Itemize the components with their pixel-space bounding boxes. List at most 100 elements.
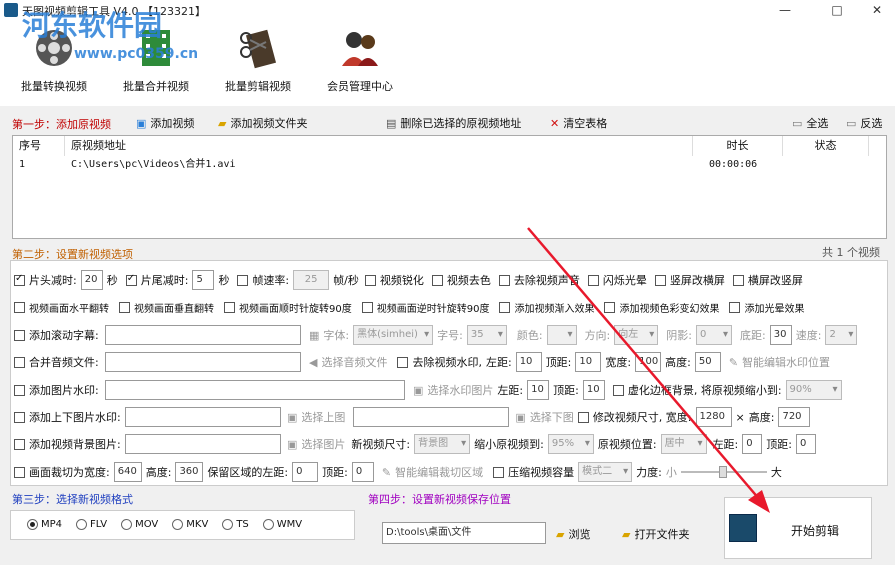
head-trim-checkbox[interactable] <box>14 273 25 286</box>
bg-left-input[interactable]: 0 <box>742 434 763 454</box>
vflip-checkbox[interactable] <box>119 301 130 313</box>
scroll-text-input[interactable] <box>105 325 301 345</box>
choose-top-img-button[interactable]: 选择上图 <box>301 409 345 425</box>
shadow-select[interactable]: 0 <box>696 325 732 345</box>
bg-top-input[interactable]: 0 <box>796 434 816 454</box>
height-label: 高度: <box>665 356 691 369</box>
tail-trim-input[interactable]: 5 <box>192 270 215 290</box>
crop-left-input[interactable]: 0 <box>292 462 319 482</box>
add-video-button[interactable]: ▣ 添加视频 <box>136 115 194 131</box>
bg-img-checkbox[interactable] <box>14 438 25 450</box>
tail-trim-label: 片尾减时: <box>140 274 189 287</box>
toolbar-member-center[interactable]: 会员管理中心 <box>314 22 406 102</box>
wm-top-input[interactable]: 10 <box>575 352 602 372</box>
resize-width-input[interactable]: 1280 <box>695 407 732 427</box>
smart-crop-button[interactable]: 智能编辑裁切区域 <box>395 464 483 480</box>
audio-path-input[interactable] <box>105 352 301 372</box>
sharpen-checkbox[interactable] <box>364 274 376 286</box>
times-label: × <box>735 410 745 424</box>
remove-audio-checkbox[interactable] <box>498 274 510 286</box>
choose-bottom-img-button[interactable]: 选择下图 <box>530 409 574 425</box>
tail-trim-checkbox[interactable] <box>125 273 137 286</box>
strength-slider[interactable] <box>680 465 767 479</box>
flash-checkbox[interactable] <box>587 274 599 286</box>
top-label: 顶距: <box>322 466 348 479</box>
img-left-input[interactable]: 10 <box>527 380 550 400</box>
resize-height-input[interactable]: 720 <box>778 407 811 427</box>
close-button[interactable]: ✕ <box>862 1 892 19</box>
compress-checkbox[interactable] <box>493 466 505 478</box>
color-change-checkbox[interactable] <box>604 301 616 313</box>
shrink-select[interactable]: 95% <box>547 434 594 454</box>
compress-mode-select[interactable]: 模式二 <box>578 462 633 482</box>
framerate-input[interactable]: 25 <box>293 270 330 290</box>
crop-height-input[interactable]: 360 <box>175 462 204 482</box>
invert-label: 反选 <box>860 117 883 130</box>
color-select[interactable] <box>546 325 577 345</box>
minimize-button[interactable]: — <box>770 1 800 19</box>
wm-left-input[interactable]: 10 <box>515 352 542 372</box>
h2v-checkbox[interactable] <box>732 274 744 286</box>
crop-checkbox[interactable] <box>14 466 25 478</box>
resize-checkbox[interactable] <box>577 411 589 423</box>
slider-thumb[interactable] <box>718 466 727 478</box>
invert-selection-button[interactable]: ▭ 反选 <box>846 115 882 131</box>
img-watermark-checkbox[interactable] <box>14 384 25 396</box>
scroll-text-checkbox[interactable] <box>14 329 25 341</box>
hflip-checkbox[interactable] <box>14 301 25 313</box>
choose-watermark-img-button[interactable]: 选择水印图片 <box>427 382 493 398</box>
format-wmv[interactable]: WMV <box>262 519 302 530</box>
remove-watermark-checkbox[interactable] <box>397 356 409 368</box>
start-edit-button[interactable]: 开始剪辑 <box>724 497 872 559</box>
top-bottom-input[interactable] <box>125 407 281 427</box>
position-select[interactable]: 居中 <box>660 434 707 454</box>
speed-select[interactable]: 2 <box>825 325 858 345</box>
img-watermark-input[interactable] <box>105 380 405 400</box>
options-row-4: 合并音频文件: ◀ 选择音频文件 去除视频水印, 左距: 10 顶距: 10 宽… <box>14 351 834 373</box>
format-mov[interactable]: MOV <box>121 519 158 530</box>
v2h-checkbox[interactable] <box>654 274 666 286</box>
crop-width-input[interactable]: 640 <box>113 462 142 482</box>
fade-in-checkbox[interactable] <box>499 301 511 313</box>
img-top-input[interactable]: 10 <box>582 380 605 400</box>
crop-top-input[interactable]: 0 <box>351 462 374 482</box>
new-size-select[interactable]: 背景图 <box>414 434 471 454</box>
maximize-button[interactable]: □ <box>822 1 852 19</box>
video-table[interactable]: 序号 原视频地址 时长 状态 1 C:\Users\pc\Videos\合并1.… <box>12 135 887 239</box>
delete-selected-button[interactable]: ▤ 删除已选择的原视频地址 <box>386 115 521 131</box>
font-select[interactable]: 黑体(simhei) <box>353 325 434 345</box>
format-flv[interactable]: FLV <box>76 519 107 530</box>
head-trim-input[interactable]: 20 <box>80 270 103 290</box>
site-watermark: 河东软件园 <box>22 9 163 42</box>
shrink-percent-select[interactable]: 90% <box>785 380 842 400</box>
smart-watermark-button[interactable]: 智能编辑水印位置 <box>742 354 830 370</box>
bottom-img-input[interactable] <box>353 407 510 427</box>
decolor-checkbox[interactable] <box>431 274 443 286</box>
clear-table-button[interactable]: ✕ 清空表格 <box>550 115 607 131</box>
framerate-checkbox[interactable] <box>237 274 249 286</box>
toolbar-batch-edit[interactable]: 批量剪辑视频 <box>212 22 304 102</box>
add-folder-button[interactable]: ▰ 添加视频文件夹 <box>218 115 307 131</box>
blur-border-checkbox[interactable] <box>612 384 624 396</box>
format-mp4[interactable]: MP4 <box>27 519 62 530</box>
rotate-ccw-checkbox[interactable] <box>361 301 373 313</box>
choose-bg-img-button[interactable]: 选择图片 <box>301 436 345 452</box>
rotate-cw-checkbox[interactable] <box>224 301 235 313</box>
size-select[interactable]: 35 <box>466 325 507 345</box>
open-folder-button[interactable]: ▰ 打开文件夹 <box>622 526 689 542</box>
format-mkv[interactable]: MKV <box>172 519 208 530</box>
choose-audio-button[interactable]: 选择音频文件 <box>321 354 387 370</box>
bottom-input[interactable]: 30 <box>769 325 792 345</box>
bg-img-input[interactable] <box>125 434 281 454</box>
remove-audio-label: 去除视频声音 <box>513 274 580 287</box>
glow-checkbox[interactable] <box>729 301 741 313</box>
top-bottom-checkbox[interactable] <box>14 411 25 423</box>
browse-button[interactable]: ▰ 浏览 <box>556 526 590 542</box>
select-all-button[interactable]: ▭ 全选 <box>792 115 828 131</box>
format-ts[interactable]: TS <box>222 519 249 530</box>
direction-select[interactable]: 向左 <box>614 325 659 345</box>
save-path-input[interactable]: D:\tools\桌面\文件 <box>382 522 546 544</box>
wm-height-input[interactable]: 50 <box>694 352 721 372</box>
wm-width-input[interactable]: 100 <box>635 352 662 372</box>
merge-audio-checkbox[interactable] <box>14 356 25 368</box>
